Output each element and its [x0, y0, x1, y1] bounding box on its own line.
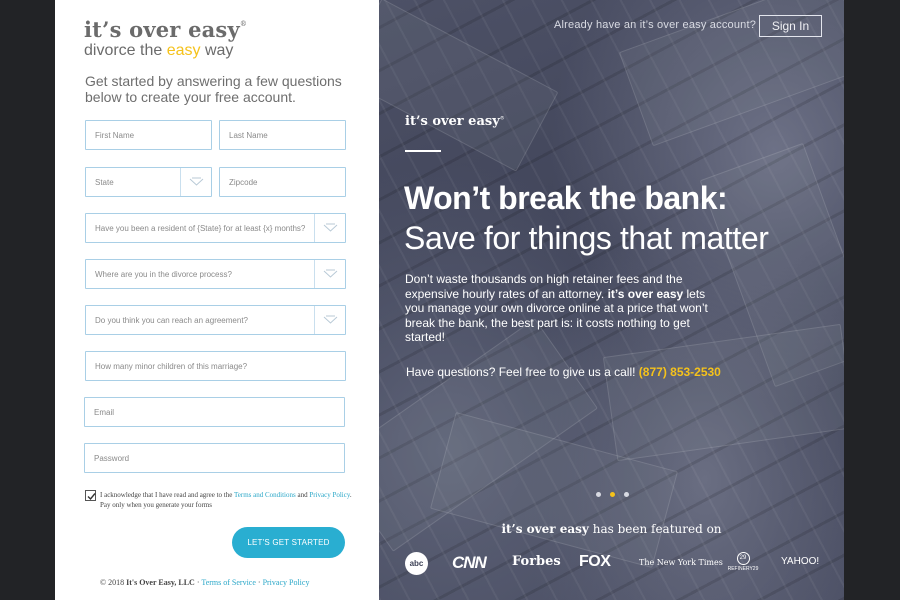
registered-mark: ® [239, 20, 248, 28]
carousel-dot[interactable] [596, 492, 601, 497]
consent-text: I acknowledge that I have read and agree… [100, 491, 352, 509]
refinery29-logo: 29 REFINERY29 [723, 552, 763, 572]
hero-headline: Won’t break the bank: [404, 180, 728, 216]
forbes-logo: Forbes [512, 554, 561, 569]
children-input[interactable]: How many minor children of this marriage… [85, 351, 346, 381]
email-field[interactable]: Email [84, 397, 345, 427]
zipcode-placeholder: Zipcode [229, 178, 258, 187]
state-select[interactable]: State [85, 167, 212, 197]
nyt-logo: The New York Times [639, 558, 723, 567]
account-prompt: Already have an it’s over easy account? [554, 19, 757, 31]
press-logos: abc CNN Forbes FOX The New York Times 29… [405, 550, 825, 576]
password-placeholder: Password [94, 454, 130, 463]
agreement-placeholder: Do you think you can reach an agreement? [95, 316, 248, 325]
chevron-down-icon [314, 260, 345, 288]
brand-name: it’s over easy [84, 17, 240, 42]
process-placeholder: Where are you in the divorce process? [95, 270, 232, 279]
agreement-select[interactable]: Do you think you can reach an agreement? [85, 305, 346, 335]
hero-body: Don’t waste thousands on high retainer f… [405, 272, 708, 344]
hero-panel: Already have an it’s over easy account? … [379, 0, 844, 600]
featured-heading: it’s over easy has been featured on [501, 522, 722, 536]
hero-logo: it’s over easy® [405, 114, 505, 129]
body-brand: it’s over easy [607, 286, 684, 301]
refinery29-mark: 29 [736, 552, 750, 565]
carousel-dot[interactable] [624, 492, 629, 497]
abc-logo: abc [405, 552, 428, 575]
consent-checkbox[interactable] [85, 490, 96, 501]
phone-link[interactable]: (877) 853-2530 [639, 365, 721, 379]
password-field[interactable]: Password [84, 443, 345, 473]
chevron-down-icon [314, 214, 345, 242]
consent-row: I acknowledge that I have read and agree… [85, 490, 355, 510]
tagline-highlight: easy [166, 42, 201, 59]
terms-link[interactable]: Terms and Conditions [234, 491, 296, 499]
cnn-logo: CNN [452, 553, 487, 572]
last-name-placeholder: Last Name [229, 131, 268, 140]
checkmark-icon [87, 493, 96, 501]
carousel-dots [596, 484, 638, 502]
form-intro: Get started by answering a few questions… [85, 73, 342, 105]
footer-terms-link[interactable]: Terms of Service [201, 578, 256, 587]
residency-placeholder: Have you been a resident of {State} for … [95, 224, 306, 233]
first-name-placeholder: First Name [95, 131, 135, 140]
last-name-input[interactable]: Last Name [219, 120, 346, 150]
children-placeholder: How many minor children of this marriage… [95, 362, 248, 371]
contact-line: Have questions? Feel free to give us a c… [406, 365, 721, 379]
brand-logo[interactable]: it’s over easy® divorce the easy way [84, 17, 247, 60]
state-placeholder: State [95, 178, 114, 187]
carousel-dot-active[interactable] [610, 492, 615, 497]
residency-select[interactable]: Have you been a resident of {State} for … [85, 213, 346, 243]
divider [405, 150, 441, 152]
zipcode-input[interactable]: Zipcode [219, 167, 346, 197]
sign-in-button[interactable]: Sign In [759, 15, 822, 37]
company-name: It's Over Easy, LLC [126, 578, 195, 587]
signup-panel: it’s over easy® divorce the easy way Get… [55, 0, 379, 600]
first-name-input[interactable]: First Name [85, 120, 212, 150]
brand-tagline: divorce the easy way [84, 42, 234, 59]
yahoo-logo: YAHOO! [781, 556, 820, 567]
hero-subhead: Save for things that matter [404, 220, 769, 256]
footer-privacy-link[interactable]: Privacy Policy [263, 578, 310, 587]
fox-logo: FOX [579, 553, 611, 570]
background-bill [379, 0, 559, 172]
email-placeholder: Email [94, 408, 115, 417]
get-started-button[interactable]: LET'S GET STARTED [232, 527, 345, 558]
divorce-process-select[interactable]: Where are you in the divorce process? [85, 259, 346, 289]
privacy-link[interactable]: Privacy Policy [309, 491, 350, 499]
chevron-down-icon [314, 306, 345, 334]
chevron-down-icon [180, 168, 211, 196]
footer: © 2018 It's Over Easy, LLC · Terms of Se… [100, 578, 310, 587]
